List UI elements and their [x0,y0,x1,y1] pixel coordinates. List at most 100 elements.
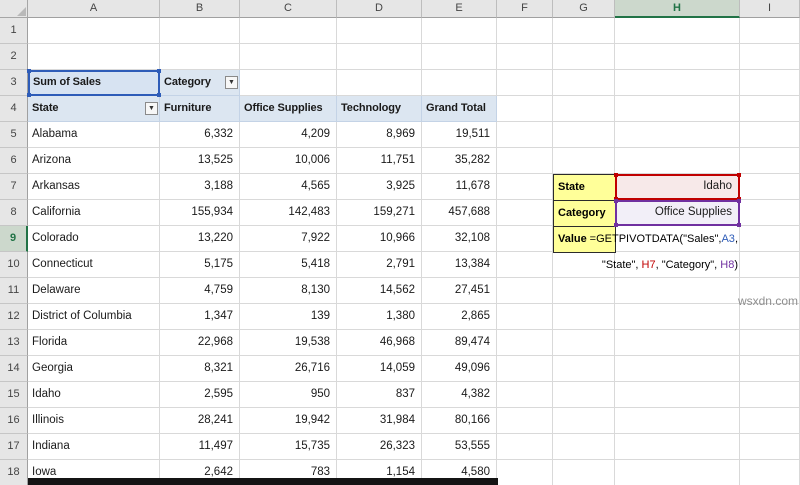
cell-F3[interactable] [497,70,553,96]
cell-D2[interactable] [337,44,422,70]
cell-C8[interactable]: 142,483 [240,200,337,226]
category-value-cell[interactable]: Office Supplies [614,199,741,227]
cell-I15[interactable] [740,382,800,408]
cell-A3[interactable]: Sum of Sales [27,69,161,97]
cell-E7[interactable]: 11,678 [422,174,497,200]
cell-D17[interactable]: 26,323 [337,434,422,460]
cell-A8[interactable]: California [28,200,160,226]
cell-I1[interactable] [740,18,800,44]
cell-E11[interactable]: 27,451 [422,278,497,304]
cell-A5[interactable]: Alabama [28,122,160,148]
cell-H15[interactable] [615,382,740,408]
cell-H1[interactable] [615,18,740,44]
cell-D6[interactable]: 11,751 [337,148,422,174]
cell-F6[interactable] [497,148,553,174]
cell-E15[interactable]: 4,382 [422,382,497,408]
formula-line-1[interactable]: =GETPIVOTDATA("Sales",A3, [520,226,738,252]
cell-B1[interactable] [160,18,240,44]
cell-D5[interactable]: 8,969 [337,122,422,148]
cell-C6[interactable]: 10,006 [240,148,337,174]
cell-F1[interactable] [497,18,553,44]
cell-A1[interactable] [28,18,160,44]
cell-C16[interactable]: 19,942 [240,408,337,434]
cell-F13[interactable] [497,330,553,356]
cell-E10[interactable]: 13,384 [422,252,497,278]
row-header-6[interactable]: 6 [0,148,28,174]
row-header-9[interactable]: 9 [0,226,28,252]
cell-F7[interactable] [497,174,553,200]
cell-B17[interactable]: 11,497 [160,434,240,460]
cell-C12[interactable]: 139 [240,304,337,330]
cell-C5[interactable]: 4,209 [240,122,337,148]
cell-F14[interactable] [497,356,553,382]
cell-A2[interactable] [28,44,160,70]
cell-E9[interactable]: 32,108 [422,226,497,252]
cell-D9[interactable]: 10,966 [337,226,422,252]
row-header-1[interactable]: 1 [0,18,28,44]
row-header-4[interactable]: 4 [0,96,28,122]
cell-B9[interactable]: 13,220 [160,226,240,252]
cell-E8[interactable]: 457,688 [422,200,497,226]
cell-E13[interactable]: 89,474 [422,330,497,356]
cell-D1[interactable] [337,18,422,44]
cell-D12[interactable]: 1,380 [337,304,422,330]
cell-I14[interactable] [740,356,800,382]
column-header-A[interactable]: A [28,0,160,18]
cell-B10[interactable]: 5,175 [160,252,240,278]
cell-I8[interactable] [740,200,800,226]
cell-H2[interactable] [615,44,740,70]
cell-A17[interactable]: Indiana [28,434,160,460]
cell-B3[interactable]: Category ▼ [160,70,240,96]
cell-F17[interactable] [497,434,553,460]
cell-I3[interactable] [740,70,800,96]
select-all-corner[interactable] [0,0,28,18]
cell-E14[interactable]: 49,096 [422,356,497,382]
cell-E16[interactable]: 80,166 [422,408,497,434]
cell-H16[interactable] [615,408,740,434]
cell-E5[interactable]: 19,511 [422,122,497,148]
cell-C9[interactable]: 7,922 [240,226,337,252]
cell-G14[interactable] [553,356,615,382]
cell-D4[interactable]: Technology [337,96,422,122]
cell-C17[interactable]: 15,735 [240,434,337,460]
cell-F12[interactable] [497,304,553,330]
cell-A14[interactable]: Georgia [28,356,160,382]
row-header-10[interactable]: 10 [0,252,28,278]
cell-B12[interactable]: 1,347 [160,304,240,330]
cell-I17[interactable] [740,434,800,460]
column-header-C[interactable]: C [240,0,337,18]
row-header-12[interactable]: 12 [0,304,28,330]
cell-F4[interactable] [497,96,553,122]
cell-F8[interactable] [497,200,553,226]
cell-B11[interactable]: 4,759 [160,278,240,304]
cell-I16[interactable] [740,408,800,434]
row-header-15[interactable]: 15 [0,382,28,408]
cell-C3[interactable] [240,70,337,96]
cell-I10[interactable] [740,252,800,278]
cell-G13[interactable] [553,330,615,356]
cell-C11[interactable]: 8,130 [240,278,337,304]
row-header-17[interactable]: 17 [0,434,28,460]
cell-A16[interactable]: Illinois [28,408,160,434]
cell-D3[interactable] [337,70,422,96]
cell-H14[interactable] [615,356,740,382]
row-header-5[interactable]: 5 [0,122,28,148]
column-header-I[interactable]: I [740,0,800,18]
cell-C15[interactable]: 950 [240,382,337,408]
cell-G4[interactable] [553,96,615,122]
cell-I13[interactable] [740,330,800,356]
cell-B15[interactable]: 2,595 [160,382,240,408]
cell-E1[interactable] [422,18,497,44]
cell-C14[interactable]: 26,716 [240,356,337,382]
cell-F5[interactable] [497,122,553,148]
annotation-label-state[interactable]: State [553,174,616,201]
cell-I2[interactable] [740,44,800,70]
cell-D16[interactable]: 31,984 [337,408,422,434]
formula-line-2[interactable]: "State", H7, "Category", H8) [520,252,738,278]
cell-A6[interactable]: Arizona [28,148,160,174]
cell-B16[interactable]: 28,241 [160,408,240,434]
cell-I6[interactable] [740,148,800,174]
cell-B4[interactable]: Furniture [160,96,240,122]
cell-H4[interactable] [615,96,740,122]
filter-dropdown-icon[interactable]: ▼ [145,102,158,115]
